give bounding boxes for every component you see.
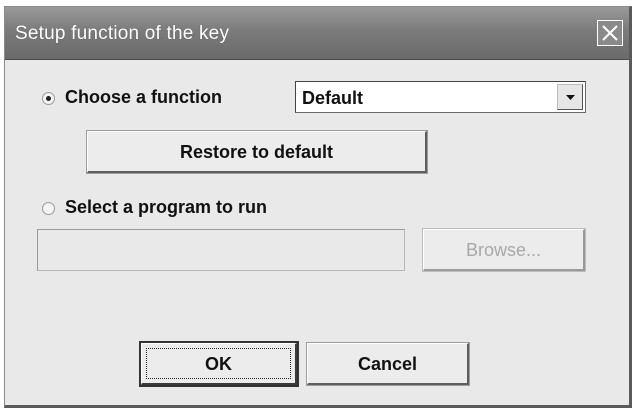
select-program-label[interactable]: Select a program to run: [65, 197, 267, 218]
cancel-button[interactable]: Cancel: [306, 342, 470, 386]
dialog-title: Setup function of the key: [15, 23, 230, 44]
select-program-radio[interactable]: [42, 202, 55, 215]
chevron-down-icon: [566, 95, 575, 100]
browse-label: Browse...: [465, 240, 542, 260]
setup-key-dialog: Setup function of the key Choose a funct…: [4, 6, 632, 408]
browse-button[interactable]: Browse...: [422, 228, 586, 272]
restore-default-button[interactable]: Restore to default: [86, 130, 428, 174]
radio-selected-dot: [46, 96, 51, 101]
function-select-dropdown-button[interactable]: [557, 84, 583, 110]
restore-default-label: Restore to default: [179, 142, 334, 162]
cancel-label: Cancel: [357, 354, 418, 374]
program-path-input[interactable]: [37, 229, 405, 271]
function-select[interactable]: Default: [295, 81, 586, 113]
function-select-value: Default: [302, 88, 364, 108]
title-bar[interactable]: Setup function of the key: [5, 7, 629, 60]
ok-label: OK: [205, 354, 232, 374]
ok-button[interactable]: OK: [139, 341, 299, 387]
close-icon: [602, 25, 618, 41]
choose-function-label[interactable]: Choose a function: [65, 87, 222, 108]
choose-function-radio[interactable]: [42, 92, 55, 105]
close-button[interactable]: [597, 20, 623, 46]
